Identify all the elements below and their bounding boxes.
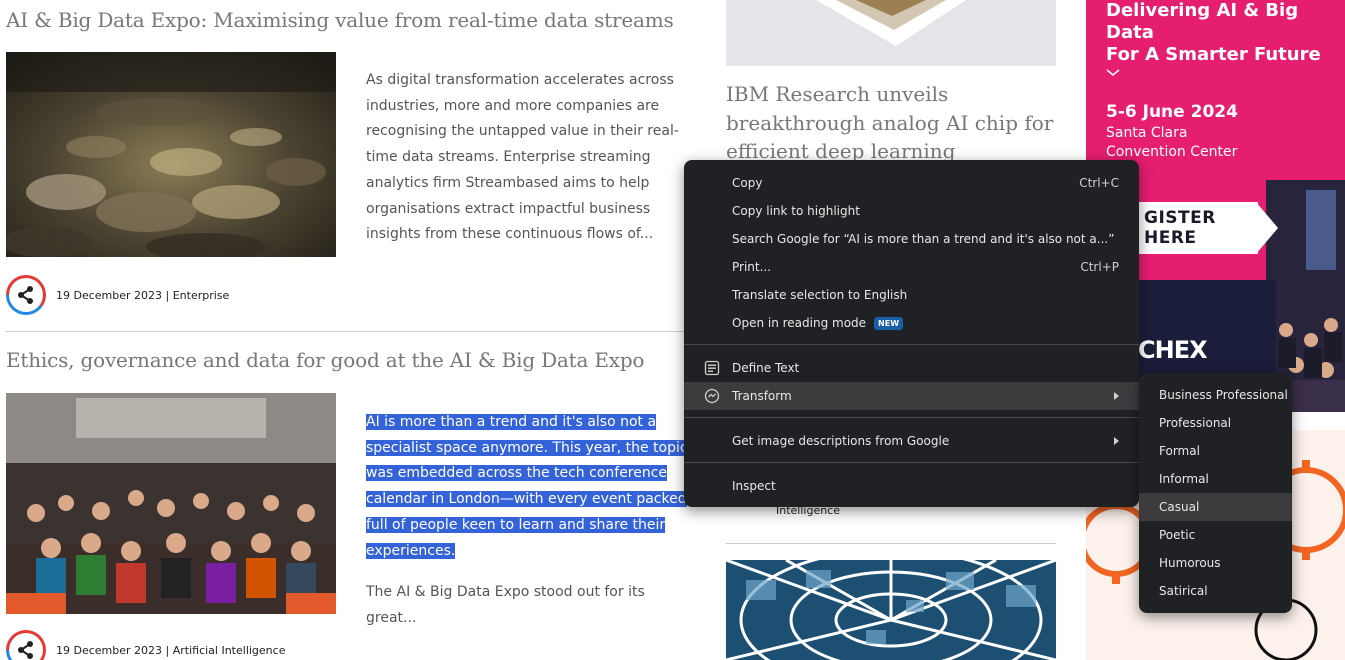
middle-bottom-image[interactable] bbox=[726, 560, 1056, 660]
article-2-excerpt: AI is more than a trend and it's also no… bbox=[366, 410, 696, 564]
menu-separator bbox=[684, 417, 1139, 418]
submenu-arrow-icon bbox=[1114, 437, 1119, 445]
selected-text-line[interactable]: experiences. bbox=[366, 542, 456, 559]
excerpt-line: recognising the untapped value in their … bbox=[366, 123, 679, 140]
new-badge: NEW bbox=[874, 316, 904, 330]
article-2-meta: 19 December 2023 | Artificial Intelligen… bbox=[6, 630, 285, 660]
menu-item-print[interactable]: Print... Ctrl+P bbox=[684, 253, 1139, 281]
article-2-image[interactable] bbox=[6, 393, 336, 614]
excerpt-line: organisations extract impactful business bbox=[366, 200, 651, 217]
article-1-meta: 19 December 2023 | Enterprise bbox=[6, 275, 229, 315]
share-icon bbox=[18, 641, 33, 659]
selected-text-line[interactable]: calendar in London—with every event pack… bbox=[366, 491, 687, 508]
submenu-item-informal[interactable]: Informal bbox=[1139, 465, 1292, 493]
chevron-down-icon bbox=[1106, 69, 1120, 77]
submenu-item-business-professional[interactable]: Business Professional bbox=[1139, 381, 1292, 409]
menu-item-label: Inspect bbox=[732, 479, 776, 493]
article-1-image[interactable] bbox=[6, 52, 336, 257]
define-text-icon bbox=[704, 360, 720, 376]
ad-headline: Delivering AI & Big Data For A Smarter F… bbox=[1106, 0, 1345, 66]
ad-brand: CHEX bbox=[1138, 336, 1208, 364]
context-menu: Copy Ctrl+C Copy link to highlight Searc… bbox=[684, 160, 1139, 507]
selected-text-line[interactable]: specialist space anymore. This year, the… bbox=[366, 439, 688, 456]
menu-item-label: Print... bbox=[732, 260, 772, 274]
article-2-title[interactable]: Ethics, governance and data for good at … bbox=[6, 348, 644, 372]
excerpt-line: insights from these continuous flows of.… bbox=[366, 226, 654, 243]
menu-item-label: Get image descriptions from Google bbox=[732, 434, 950, 448]
menu-separator bbox=[684, 462, 1139, 463]
register-button[interactable]: GISTER HERE bbox=[1138, 202, 1258, 254]
ad-date: 5-6 June 2024 bbox=[1106, 102, 1238, 122]
submenu-item-professional[interactable]: Professional bbox=[1139, 409, 1292, 437]
menu-item-copy[interactable]: Copy Ctrl+C bbox=[684, 169, 1139, 197]
middle-divider bbox=[726, 543, 1056, 544]
chip-image bbox=[726, 0, 1056, 66]
article-1-title[interactable]: AI & Big Data Expo: Maximising value fro… bbox=[6, 8, 674, 32]
ad-headline-line: For A Smarter Future bbox=[1106, 44, 1321, 65]
article-meta-text[interactable]: 19 December 2023 | Artificial Intelligen… bbox=[56, 644, 285, 657]
ad-venue: Santa Clara Convention Center bbox=[1106, 124, 1237, 162]
menu-item-label: Translate selection to English bbox=[732, 288, 908, 302]
register-arrow-shape bbox=[1256, 202, 1278, 254]
menu-item-image-descriptions[interactable]: Get image descriptions from Google bbox=[684, 427, 1139, 455]
menu-item-reading-mode[interactable]: Open in reading mode NEW bbox=[684, 309, 1139, 337]
menu-item-label: Copy link to highlight bbox=[732, 204, 860, 218]
submenu-item-formal[interactable]: Formal bbox=[1139, 437, 1292, 465]
menu-item-translate[interactable]: Translate selection to English bbox=[684, 281, 1139, 309]
submenu-item-casual[interactable]: Casual bbox=[1139, 493, 1292, 521]
menu-item-label: Search Google for “AI is more than a tre… bbox=[732, 232, 1115, 246]
crowd-photo-image bbox=[6, 393, 336, 614]
tunnel-faces-image bbox=[726, 560, 1056, 660]
submenu-arrow-icon bbox=[1114, 392, 1119, 400]
selected-text-line[interactable]: was embedded across the tech conference bbox=[366, 465, 668, 482]
submenu-item-poetic[interactable]: Poetic bbox=[1139, 521, 1292, 549]
article-1-excerpt: As digital transformation accelerates ac… bbox=[366, 68, 686, 248]
menu-item-label: Transform bbox=[732, 389, 792, 403]
menu-item-search-google[interactable]: Search Google for “AI is more than a tre… bbox=[684, 225, 1139, 253]
middle-article-title[interactable]: IBM Research unveils breakthrough analog… bbox=[726, 80, 1056, 166]
middle-top-image[interactable] bbox=[726, 0, 1056, 66]
excerpt-line: analytics firm Streambased aims to help bbox=[366, 174, 650, 191]
menu-item-label: Define Text bbox=[732, 361, 800, 375]
menu-item-define-text[interactable]: Define Text bbox=[684, 354, 1139, 382]
transform-submenu: Business Professional Professional Forma… bbox=[1139, 373, 1292, 613]
article-meta-text[interactable]: 19 December 2023 | Enterprise bbox=[56, 289, 229, 302]
menu-item-copy-link-to-highlight[interactable]: Copy link to highlight bbox=[684, 197, 1139, 225]
excerpt-line: industries, more and more companies are bbox=[366, 97, 660, 114]
menu-item-shortcut: Ctrl+C bbox=[1079, 176, 1119, 190]
share-button[interactable] bbox=[6, 275, 46, 315]
menu-item-label: Open in reading mode bbox=[732, 316, 867, 330]
article-divider bbox=[6, 331, 684, 332]
menu-item-transform[interactable]: Transform bbox=[684, 382, 1139, 410]
transform-icon bbox=[704, 388, 720, 404]
ad-venue-line: Santa Clara bbox=[1106, 125, 1188, 141]
excerpt-line: time data streams. Enterprise streaming bbox=[366, 149, 651, 166]
excerpt-line: As digital transformation accelerates ac… bbox=[366, 72, 674, 88]
share-icon bbox=[18, 286, 33, 304]
title-line: IBM Research unveils bbox=[726, 82, 949, 106]
article-2-excerpt-tail: The AI & Big Data Expo stood out for its… bbox=[366, 584, 645, 626]
menu-item-shortcut: Ctrl+P bbox=[1080, 260, 1119, 274]
submenu-item-satirical[interactable]: Satirical bbox=[1139, 577, 1292, 605]
share-button[interactable] bbox=[6, 630, 46, 660]
title-line: breakthrough analog AI chip for bbox=[726, 110, 1054, 135]
menu-item-inspect[interactable]: Inspect bbox=[684, 472, 1139, 500]
submenu-item-humorous[interactable]: Humorous bbox=[1139, 549, 1292, 577]
selected-text-line[interactable]: AI is more than a trend and it's also no… bbox=[366, 414, 657, 430]
river-stones-image bbox=[6, 52, 336, 257]
ad-headline-line: Delivering AI & Big Data bbox=[1106, 0, 1299, 43]
selected-text-line[interactable]: full of people keen to learn and share t… bbox=[366, 516, 666, 533]
menu-separator bbox=[684, 344, 1139, 345]
menu-item-label: Copy bbox=[732, 176, 763, 190]
